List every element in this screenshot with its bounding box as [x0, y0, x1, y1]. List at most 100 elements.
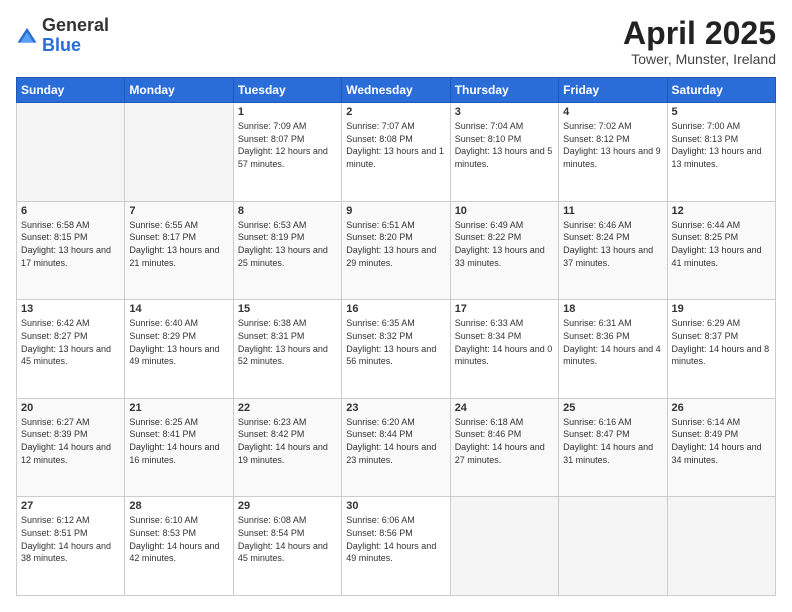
cell-w2-d6: 12 Sunrise: 6:44 AMSunset: 8:25 PMDayligh…	[667, 201, 775, 300]
weekday-header-row: Sunday Monday Tuesday Wednesday Thursday…	[17, 78, 776, 103]
cell-w1-d1	[125, 103, 233, 202]
day-number: 26	[672, 402, 771, 414]
logo-icon	[16, 25, 38, 47]
day-info: Sunrise: 7:02 AMSunset: 8:12 PMDaylight:…	[563, 120, 662, 170]
week-row-1: 1 Sunrise: 7:09 AMSunset: 8:07 PMDaylight…	[17, 103, 776, 202]
day-number: 20	[21, 402, 120, 414]
title-month: April 2025	[623, 16, 776, 51]
day-number: 23	[346, 402, 445, 414]
day-number: 2	[346, 106, 445, 118]
day-info: Sunrise: 6:10 AMSunset: 8:53 PMDaylight:…	[129, 514, 228, 564]
cell-w1-d6: 5Sunrise: 7:00 AMSunset: 8:13 PMDaylight…	[667, 103, 775, 202]
day-number: 15	[238, 303, 337, 315]
week-row-3: 13 Sunrise: 6:42 AMSunset: 8:27 PMDayligh…	[17, 300, 776, 399]
day-info: Sunrise: 6:06 AMSunset: 8:56 PMDaylight:…	[346, 514, 445, 564]
day-number: 28	[129, 500, 228, 512]
header-tuesday: Tuesday	[233, 78, 341, 103]
cell-w2-d3: 9 Sunrise: 6:51 AMSunset: 8:20 PMDaylight…	[342, 201, 450, 300]
cell-w3-d6: 19 Sunrise: 6:29 AMSunset: 8:37 PMDayligh…	[667, 300, 775, 399]
cell-w3-d1: 14 Sunrise: 6:40 AMSunset: 8:29 PMDayligh…	[125, 300, 233, 399]
header-wednesday: Wednesday	[342, 78, 450, 103]
cell-w3-d3: 16Sunrise: 6:35 AMSunset: 8:32 PMDayligh…	[342, 300, 450, 399]
cell-w3-d2: 15 Sunrise: 6:38 AMSunset: 8:31 PMDayligh…	[233, 300, 341, 399]
day-info: Sunrise: 6:29 AMSunset: 8:37 PMDaylight:…	[672, 317, 771, 367]
logo: General Blue	[16, 16, 109, 56]
day-number: 3	[455, 106, 554, 118]
cell-w4-d5: 25 Sunrise: 6:16 AMSunset: 8:47 PMDayligh…	[559, 398, 667, 497]
day-number: 27	[21, 500, 120, 512]
day-info: Sunrise: 7:07 AMSunset: 8:08 PMDaylight:…	[346, 120, 445, 170]
day-number: 4	[563, 106, 662, 118]
cell-w4-d0: 20 Sunrise: 6:27 AMSunset: 8:39 PMDayligh…	[17, 398, 125, 497]
cell-w4-d3: 23 Sunrise: 6:20 AMSunset: 8:44 PMDayligh…	[342, 398, 450, 497]
day-info: Sunrise: 6:33 AMSunset: 8:34 PMDaylight:…	[455, 317, 554, 367]
cell-w4-d4: 24Sunrise: 6:18 AMSunset: 8:46 PMDayligh…	[450, 398, 558, 497]
cell-w2-d1: 7 Sunrise: 6:55 AMSunset: 8:17 PMDaylight…	[125, 201, 233, 300]
day-info: Sunrise: 6:25 AMSunset: 8:41 PMDaylight:…	[129, 416, 228, 466]
day-info: Sunrise: 6:44 AMSunset: 8:25 PMDaylight:…	[672, 219, 771, 269]
day-number: 9	[346, 205, 445, 217]
day-number: 7	[129, 205, 228, 217]
header: General Blue April 2025 Tower, Munster, …	[16, 16, 776, 67]
day-number: 14	[129, 303, 228, 315]
cell-w3-d5: 18 Sunrise: 6:31 AMSunset: 8:36 PMDayligh…	[559, 300, 667, 399]
day-info: Sunrise: 6:49 AMSunset: 8:22 PMDaylight:…	[455, 219, 554, 269]
day-info: Sunrise: 6:55 AMSunset: 8:17 PMDaylight:…	[129, 219, 228, 269]
cell-w2-d5: 11Sunrise: 6:46 AMSunset: 8:24 PMDayligh…	[559, 201, 667, 300]
day-info: Sunrise: 6:14 AMSunset: 8:49 PMDaylight:…	[672, 416, 771, 466]
cell-w2-d4: 10Sunrise: 6:49 AMSunset: 8:22 PMDayligh…	[450, 201, 558, 300]
logo-general: General	[42, 15, 109, 35]
day-number: 18	[563, 303, 662, 315]
day-number: 25	[563, 402, 662, 414]
day-info: Sunrise: 6:35 AMSunset: 8:32 PMDaylight:…	[346, 317, 445, 367]
header-friday: Friday	[559, 78, 667, 103]
day-number: 19	[672, 303, 771, 315]
header-monday: Monday	[125, 78, 233, 103]
cell-w1-d0	[17, 103, 125, 202]
day-number: 24	[455, 402, 554, 414]
day-info: Sunrise: 7:04 AMSunset: 8:10 PMDaylight:…	[455, 120, 554, 170]
week-row-2: 6 Sunrise: 6:58 AMSunset: 8:15 PMDaylight…	[17, 201, 776, 300]
day-number: 21	[129, 402, 228, 414]
day-info: Sunrise: 6:16 AMSunset: 8:47 PMDaylight:…	[563, 416, 662, 466]
day-info: Sunrise: 6:53 AMSunset: 8:19 PMDaylight:…	[238, 219, 337, 269]
day-info: Sunrise: 6:40 AMSunset: 8:29 PMDaylight:…	[129, 317, 228, 367]
day-info: Sunrise: 6:58 AMSunset: 8:15 PMDaylight:…	[21, 219, 120, 269]
cell-w3-d0: 13 Sunrise: 6:42 AMSunset: 8:27 PMDayligh…	[17, 300, 125, 399]
day-number: 8	[238, 205, 337, 217]
day-info: Sunrise: 6:08 AMSunset: 8:54 PMDaylight:…	[238, 514, 337, 564]
day-number: 13	[21, 303, 120, 315]
day-info: Sunrise: 6:42 AMSunset: 8:27 PMDaylight:…	[21, 317, 120, 367]
day-number: 29	[238, 500, 337, 512]
day-info: Sunrise: 7:00 AMSunset: 8:13 PMDaylight:…	[672, 120, 771, 170]
day-number: 17	[455, 303, 554, 315]
cell-w3-d4: 17 Sunrise: 6:33 AMSunset: 8:34 PMDayligh…	[450, 300, 558, 399]
logo-blue: Blue	[42, 35, 81, 55]
day-info: Sunrise: 6:38 AMSunset: 8:31 PMDaylight:…	[238, 317, 337, 367]
week-row-5: 27Sunrise: 6:12 AMSunset: 8:51 PMDayligh…	[17, 497, 776, 596]
calendar-table: Sunday Monday Tuesday Wednesday Thursday…	[16, 77, 776, 596]
day-info: Sunrise: 6:20 AMSunset: 8:44 PMDaylight:…	[346, 416, 445, 466]
day-number: 30	[346, 500, 445, 512]
day-number: 6	[21, 205, 120, 217]
day-info: Sunrise: 6:31 AMSunset: 8:36 PMDaylight:…	[563, 317, 662, 367]
cell-w5-d1: 28 Sunrise: 6:10 AMSunset: 8:53 PMDayligh…	[125, 497, 233, 596]
cell-w2-d0: 6 Sunrise: 6:58 AMSunset: 8:15 PMDaylight…	[17, 201, 125, 300]
week-row-4: 20 Sunrise: 6:27 AMSunset: 8:39 PMDayligh…	[17, 398, 776, 497]
day-number: 12	[672, 205, 771, 217]
cell-w4-d6: 26 Sunrise: 6:14 AMSunset: 8:49 PMDayligh…	[667, 398, 775, 497]
cell-w5-d2: 29 Sunrise: 6:08 AMSunset: 8:54 PMDayligh…	[233, 497, 341, 596]
day-info: Sunrise: 7:09 AMSunset: 8:07 PMDaylight:…	[238, 120, 337, 170]
cell-w1-d2: 1 Sunrise: 7:09 AMSunset: 8:07 PMDaylight…	[233, 103, 341, 202]
page: General Blue April 2025 Tower, Munster, …	[0, 0, 792, 612]
title-block: April 2025 Tower, Munster, Ireland	[623, 16, 776, 67]
header-saturday: Saturday	[667, 78, 775, 103]
day-info: Sunrise: 6:51 AMSunset: 8:20 PMDaylight:…	[346, 219, 445, 269]
day-number: 22	[238, 402, 337, 414]
cell-w1-d3: 2 Sunrise: 7:07 AMSunset: 8:08 PMDaylight…	[342, 103, 450, 202]
day-info: Sunrise: 6:46 AMSunset: 8:24 PMDaylight:…	[563, 219, 662, 269]
cell-w2-d2: 8 Sunrise: 6:53 AMSunset: 8:19 PMDaylight…	[233, 201, 341, 300]
day-number: 1	[238, 106, 337, 118]
cell-w5-d3: 30 Sunrise: 6:06 AMSunset: 8:56 PMDayligh…	[342, 497, 450, 596]
day-info: Sunrise: 6:27 AMSunset: 8:39 PMDaylight:…	[21, 416, 120, 466]
